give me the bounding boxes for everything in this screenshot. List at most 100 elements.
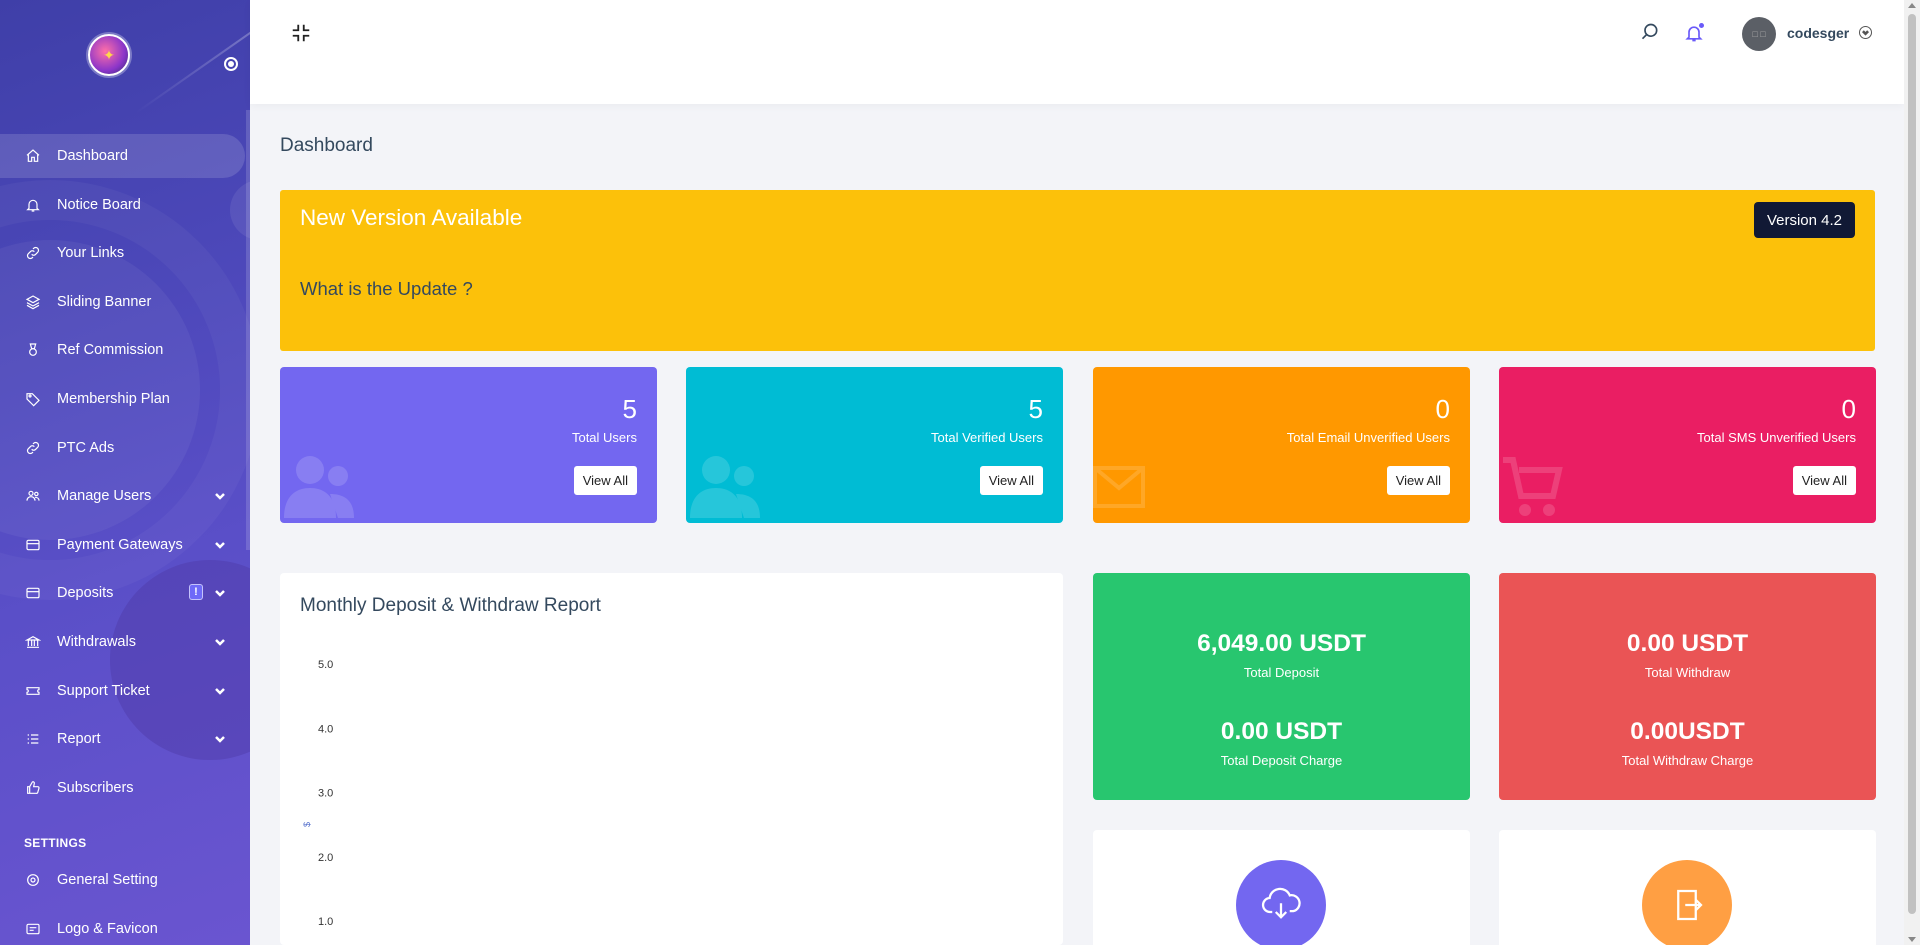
page-scrollbar[interactable] (1904, 0, 1920, 945)
top-header: □ □ codesger (250, 0, 1904, 104)
list-icon (24, 730, 42, 748)
ticket-icon (24, 682, 42, 700)
y-tick-label: 1.0 (318, 916, 333, 928)
withdraw-icon-card[interactable] (1499, 830, 1876, 945)
stat-value: 0 (1435, 394, 1450, 424)
sidebar-item-report[interactable]: Report (0, 717, 250, 761)
users-icon (24, 487, 42, 505)
notification-dot (1698, 22, 1705, 29)
card-icon (24, 584, 42, 602)
settings-heading: SETTINGS (24, 836, 87, 850)
scrollbar-thumb[interactable] (1908, 14, 1916, 914)
stat-value: 5 (1028, 394, 1043, 424)
sidebar-item-subscribers[interactable]: Subscribers (0, 766, 250, 810)
gear-icon (24, 871, 42, 889)
sidebar-item-ptc-ads[interactable]: PTC Ads (0, 426, 250, 470)
sidebar-item-label: Payment Gateways (57, 536, 183, 553)
y-axis-label: $ (302, 822, 312, 827)
sidebar-item-label: Deposits (57, 585, 114, 602)
thumbs-up-icon (24, 779, 42, 797)
bell-icon (24, 196, 42, 214)
total-withdraw-charge-label: Total Withdraw Charge (1621, 753, 1754, 768)
view-all-button[interactable]: View All (573, 466, 637, 495)
chevron-down-icon (214, 685, 226, 697)
sidebar-item-logo-favicon[interactable]: Logo & Favicon (0, 907, 250, 945)
sidebar-item-dashboard[interactable]: Dashboard (0, 134, 245, 178)
view-all-button[interactable]: View All (979, 466, 1043, 495)
username[interactable]: codesger (1787, 25, 1849, 41)
users-icon (686, 448, 766, 523)
bank-icon (24, 633, 42, 651)
withdraw-summary-card: 0.00 USDT Total Withdraw 0.00USDT Total … (1499, 573, 1876, 800)
scroll-up-arrow-icon[interactable] (1908, 3, 1916, 8)
deposit-withdraw-chart: 5.0 4.0 3.0 2.0 1.0 $ (302, 659, 333, 928)
sidebar-item-label: Logo & Favicon (57, 920, 158, 937)
medal-icon (24, 341, 42, 359)
image-icon (24, 920, 42, 938)
sidebar-item-payment-gateways[interactable]: Payment Gateways (0, 523, 250, 567)
sidebar-item-membership-plan[interactable]: Membership Plan (0, 377, 250, 421)
deposit-summary-card: 6,049.00 USDT Total Deposit 0.00 USDT To… (1093, 573, 1470, 800)
total-withdraw-charge-value: 0.00USDT (1630, 718, 1745, 745)
chevron-down-icon[interactable] (1859, 26, 1872, 39)
update-banner: New Version Available What is the Update… (280, 190, 1875, 351)
y-tick-label: 5.0 (318, 659, 333, 671)
envelope-icon (1093, 466, 1145, 513)
scroll-down-arrow-icon[interactable] (1908, 937, 1916, 942)
sidebar-item-label: Sliding Banner (57, 293, 152, 310)
y-tick-label: 3.0 (318, 788, 333, 800)
stat-value: 5 (622, 394, 637, 424)
sidebar-item-deposits[interactable]: Deposits ! (0, 571, 250, 615)
sidebar-item-general-setting[interactable]: General Setting (0, 858, 250, 902)
sidebar-item-label: Your Links (57, 245, 125, 262)
avatar[interactable]: □ □ (1742, 17, 1776, 51)
sidebar-item-support-ticket[interactable]: Support Ticket (0, 669, 250, 713)
fullscreen-exit-icon[interactable] (290, 22, 312, 44)
stat-label: Total Users (571, 430, 637, 445)
pending-badge: ! (189, 584, 203, 601)
sidebar-menu: Dashboard Notice Board Your Links Slidin… (0, 134, 250, 814)
sidebar-item-label: Ref Commission (57, 342, 164, 359)
sidebar-item-ref-commission[interactable]: Ref Commission (0, 328, 250, 372)
settings-menu: General Setting Logo & Favicon (0, 858, 250, 945)
chevron-down-icon (214, 636, 226, 648)
view-all-button[interactable]: View All (1386, 466, 1450, 495)
total-deposit-charge-value: 0.00 USDT (1220, 718, 1343, 745)
view-all-button[interactable]: View All (1792, 466, 1856, 495)
users-icon (280, 448, 360, 523)
site-logo[interactable]: ✦ (88, 34, 130, 76)
cloud-download-icon (1236, 860, 1326, 945)
logout-icon (1642, 860, 1732, 945)
stat-label: Total SMS Unverified Users (1697, 430, 1856, 445)
total-deposit-label: Total Deposit (1243, 665, 1320, 680)
stat-card-email-unverified: 0 Total Email Unverified Users View All (1093, 367, 1470, 523)
sidebar-item-manage-users[interactable]: Manage Users (0, 474, 250, 518)
stat-card-verified-users: 5 Total Verified Users View All (686, 367, 1063, 523)
chevron-down-icon (214, 490, 226, 502)
sidebar-item-sliding-banner[interactable]: Sliding Banner (0, 280, 250, 324)
version-button[interactable]: Version 4.2 (1753, 202, 1855, 238)
sidebar-item-label: Support Ticket (57, 682, 150, 699)
sidebar-scrollbar[interactable] (246, 110, 250, 550)
notification-bell-icon[interactable] (1684, 22, 1705, 44)
total-withdraw-value: 0.00 USDT (1626, 630, 1749, 657)
stat-value: 0 (1841, 394, 1856, 424)
sidebar-item-notice-board[interactable]: Notice Board (0, 183, 250, 227)
sidebar-item-withdrawals[interactable]: Withdrawals (0, 620, 250, 664)
stat-card-sms-unverified: 0 Total SMS Unverified Users View All (1499, 367, 1876, 523)
sidebar-toggle-button[interactable] (224, 57, 238, 71)
total-deposit-value: 6,049.00 USDT (1197, 630, 1366, 657)
sidebar-item-label: Notice Board (57, 196, 141, 213)
y-tick-label: 4.0 (318, 723, 333, 735)
deposit-withdraw-chart-card: Monthly Deposit & Withdraw Report 5.0 4.0… (280, 573, 1063, 945)
stat-label: Total Verified Users (931, 430, 1043, 445)
tag-icon (24, 390, 42, 408)
search-icon[interactable] (1640, 22, 1660, 42)
layers-icon (24, 293, 42, 311)
sidebar: ✦ Dashboard Notice Board Your Links Slid… (0, 0, 250, 945)
deposit-icon-card[interactable] (1093, 830, 1470, 945)
sidebar-item-your-links[interactable]: Your Links (0, 231, 250, 275)
link-icon (24, 439, 42, 457)
stat-card-total-users: 5 Total Users View All (280, 367, 657, 523)
sidebar-item-label: Withdrawals (57, 633, 136, 650)
